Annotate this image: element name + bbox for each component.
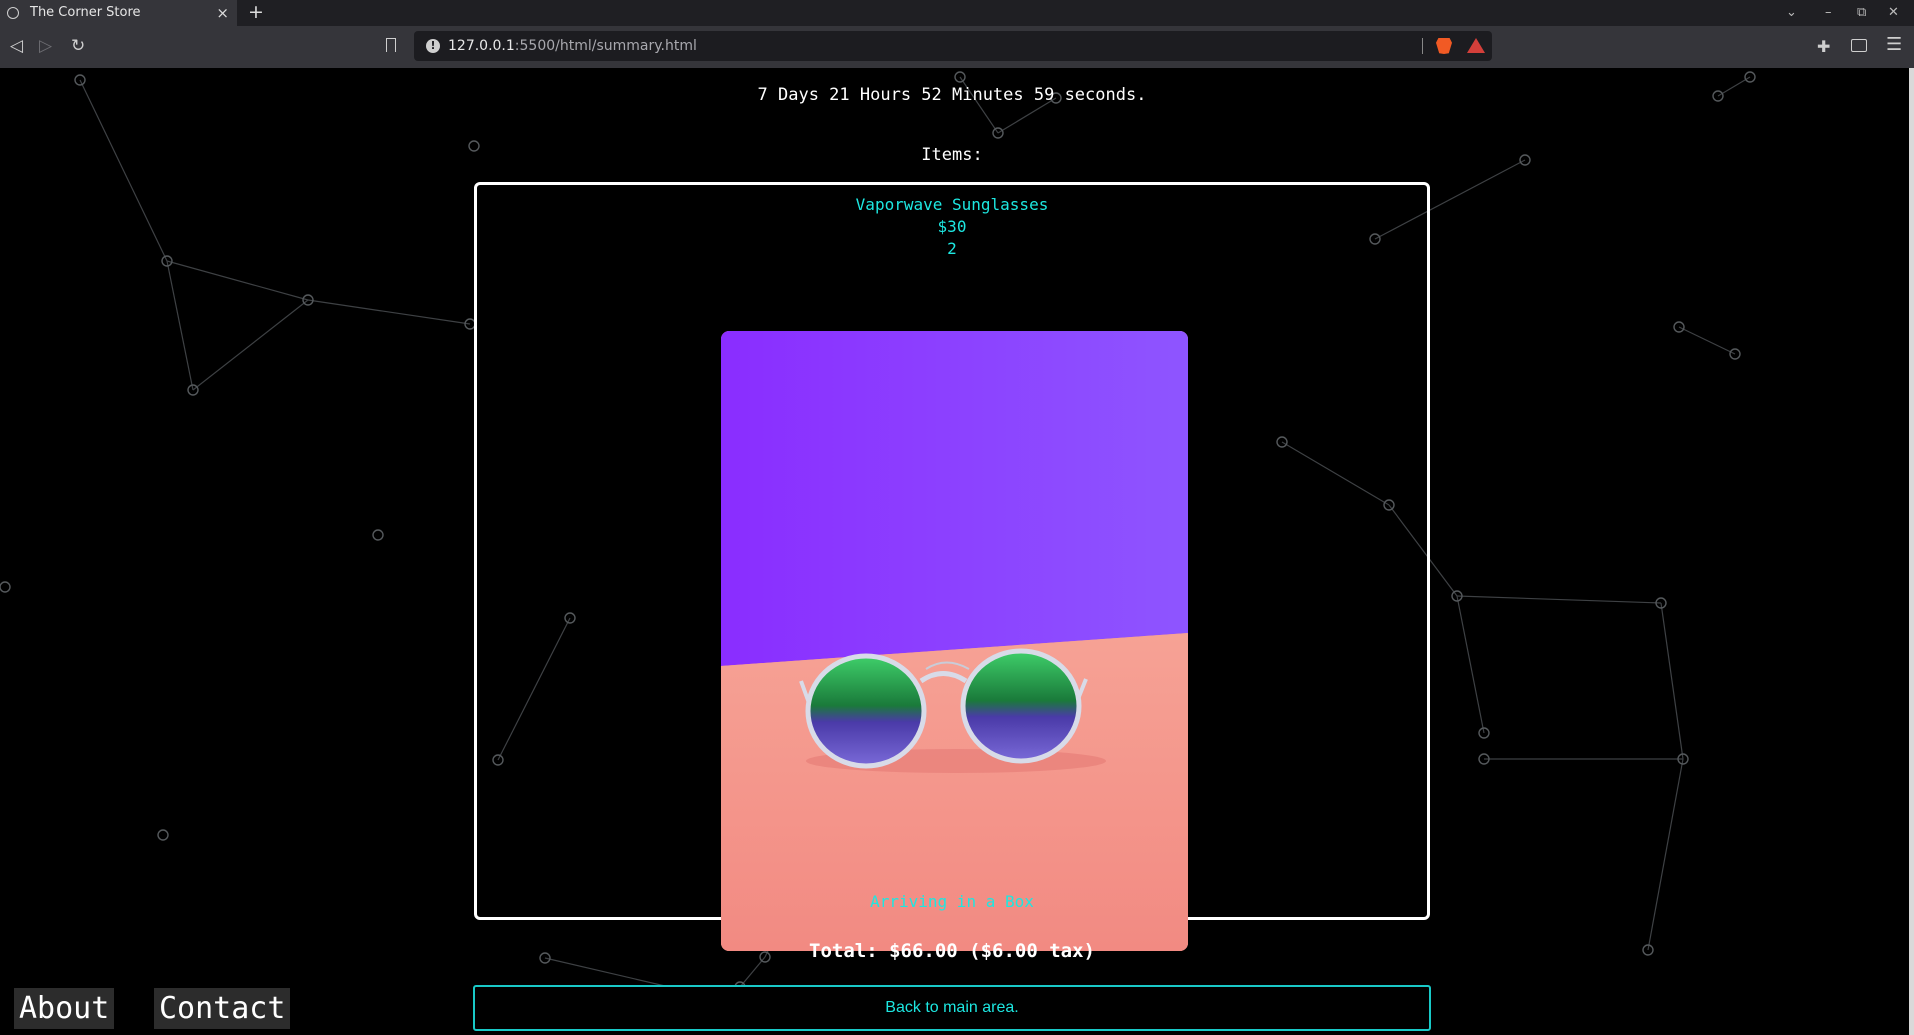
items-container: Vaporwave Sunglasses $30 2 Arriving in a… [474,182,1430,951]
back-to-main-button[interactable]: Back to main area. [473,985,1431,1031]
item-quantity: 2 [947,239,957,258]
brave-rewards-icon[interactable] [1467,38,1485,53]
new-tab-button[interactable]: + [248,0,264,24]
extensions-icon[interactable]: ✚ [1817,37,1830,56]
item-price: $30 [937,217,967,236]
item-shipping: Arriving in a Box [870,892,1034,911]
globe-icon [7,7,19,19]
brave-shields-icon[interactable] [1436,38,1452,54]
countdown-timer: 7 Days 21 Hours 52 Minutes 59 seconds. [757,85,1147,105]
tab-bar: The Corner Store × + ⌄ – ⧉ ✕ [0,0,1914,26]
browser-chrome: The Corner Store × + ⌄ – ⧉ ✕ ◁ ▷ ↻ ✚ ☰ !… [0,0,1914,68]
tab-list-icon[interactable]: ⌄ [1786,0,1797,26]
page-viewport: 7 Days 21 Hours 52 Minutes 59 seconds. I… [0,68,1914,1035]
address-bar[interactable]: ! 127.0.0.1:5500/html/summary.html [414,31,1492,61]
order-total: Total: $66.00 ($6.00 tax) [809,940,1095,962]
items-heading: Items: [921,145,983,165]
site-info-icon[interactable]: ! [426,39,440,53]
url-text: 127.0.0.1:5500/html/summary.html [448,38,697,54]
product-image-sunglasses [721,331,1188,951]
minimize-icon[interactable]: – [1825,0,1832,26]
item-name: Vaporwave Sunglasses [855,195,1049,214]
maximize-icon[interactable]: ⧉ [1857,0,1866,26]
forward-icon[interactable]: ▷ [39,35,52,57]
bookmark-icon[interactable] [386,38,396,52]
contact-link[interactable]: Contact [154,988,291,1029]
reload-icon[interactable]: ↻ [71,35,85,57]
close-tab-icon[interactable]: × [216,0,229,26]
tab-title: The Corner Store [30,5,141,20]
wallet-icon[interactable] [1851,39,1867,52]
tab-the-corner-store[interactable]: The Corner Store × [0,0,237,26]
close-window-icon[interactable]: ✕ [1888,0,1899,26]
menu-icon[interactable]: ☰ [1886,34,1902,55]
back-icon[interactable]: ◁ [10,35,23,57]
address-separator [1422,38,1423,54]
about-link[interactable]: About [14,988,115,1029]
scrollbar[interactable] [1909,68,1914,1035]
